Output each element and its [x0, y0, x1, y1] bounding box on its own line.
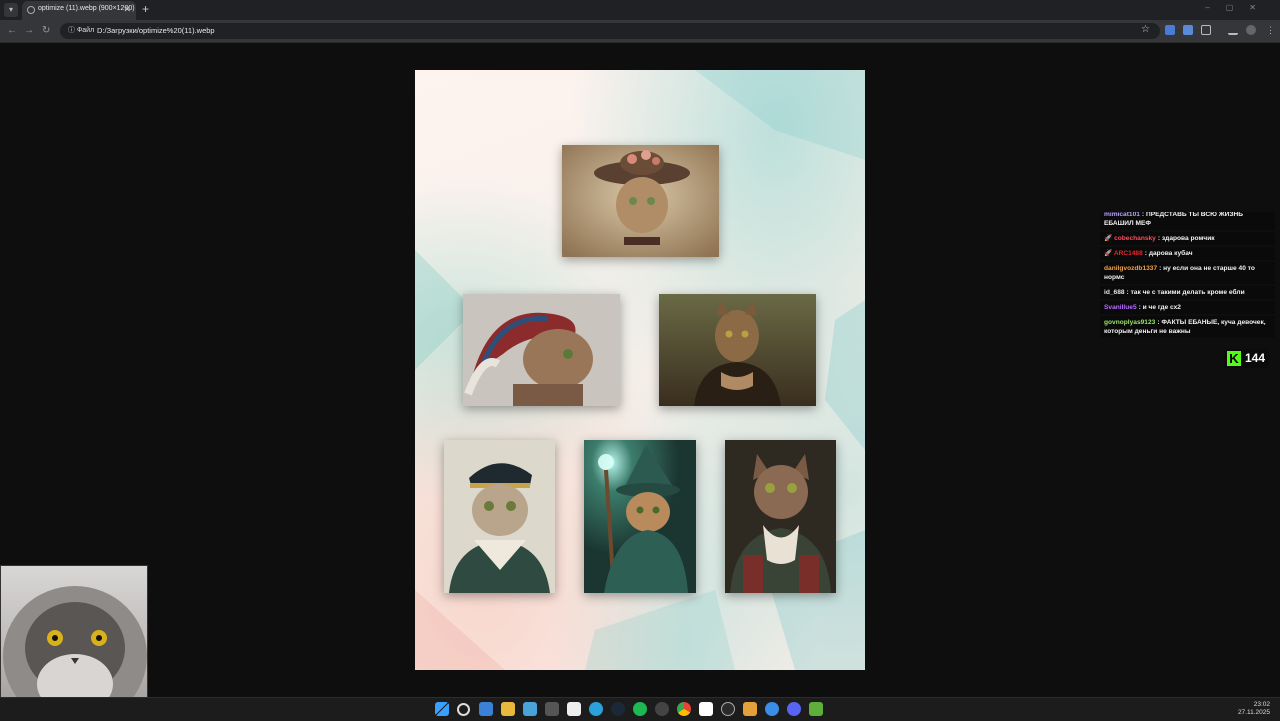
chat-message: id_688: так че с такими делать кроме ебл… — [1100, 286, 1275, 299]
chrome-icon[interactable] — [677, 702, 691, 716]
toolbar: ← → ↻ ⓘ Файл D:/Загрузки/optimize%20(11)… — [0, 20, 1280, 43]
chat-username: Svanillue5 — [1104, 304, 1137, 311]
tab-search-button[interactable]: ▾ — [4, 3, 18, 17]
tab-close-button[interactable]: ✕ — [123, 4, 131, 15]
globe-icon — [27, 6, 35, 14]
chat-text: здарова ромчик — [1161, 235, 1215, 242]
viewer-count: 144 — [1245, 351, 1266, 365]
bookmark-star-icon[interactable]: ☆ — [1141, 24, 1150, 35]
chat-username: govnoplyas9123 — [1104, 319, 1156, 326]
kick-viewer-badge: K 144 — [1224, 349, 1269, 368]
stream-chat: mimicat101: ПРЕДСТАВЬ ТЫ ВСЮ ЖИЗНЬ ЕБАШИ… — [1100, 212, 1275, 372]
site-info-chip[interactable]: ⓘ Файл — [64, 25, 98, 37]
app-icon[interactable] — [743, 702, 757, 716]
chat-username: id_688 — [1104, 289, 1125, 296]
widgets-icon[interactable] — [479, 702, 493, 716]
chat-username: mimicat101 — [1104, 212, 1140, 218]
menu-kebab-icon[interactable]: ⋮ — [1266, 25, 1276, 35]
chat-text: дарова кубач — [1148, 250, 1193, 257]
url-text: D:/Загрузки/optimize%20(11).webp — [97, 26, 215, 35]
cat-flower-hat-image — [562, 145, 719, 257]
cat-aristocrat-image — [725, 440, 836, 593]
cat-captain-image — [444, 440, 555, 593]
extensions-puzzle-icon[interactable] — [1201, 25, 1211, 35]
github-icon[interactable] — [655, 702, 669, 716]
extension-icon[interactable] — [1183, 25, 1193, 35]
steam-icon[interactable] — [611, 702, 625, 716]
taskbar: 23:02 27.11.2025 — [0, 697, 1280, 721]
kick-logo-icon: K — [1227, 351, 1241, 366]
cat-wizard-image — [584, 440, 696, 593]
chat-username: danilgvozdb1337 — [1104, 265, 1158, 272]
address-bar[interactable]: ⓘ Файл D:/Загрузки/optimize%20(11).webp … — [60, 23, 1160, 39]
x-icon[interactable] — [699, 702, 713, 716]
telegram-icon[interactable] — [589, 702, 603, 716]
profile-avatar[interactable] — [1246, 25, 1256, 35]
chat-text: и че где сх2 — [1142, 304, 1181, 311]
clock-time: 23:02 — [1253, 701, 1270, 708]
forward-button[interactable]: → — [24, 25, 34, 36]
reload-button[interactable]: ↻ — [42, 25, 50, 36]
chat-message: govnoplyas9123: ФАКТЫ ЕБАНЫЕ, куча девоч… — [1100, 316, 1275, 338]
browser-tab[interactable]: optimize (11).webp (900×1200) ✕ — [22, 1, 136, 20]
obs-icon[interactable] — [721, 702, 735, 716]
translate-extension-icon[interactable] — [1165, 25, 1175, 35]
calendar-icon[interactable] — [567, 702, 581, 716]
image-viewer — [415, 70, 865, 670]
rocket-badge-icon: 🚀 — [1104, 235, 1113, 242]
tab-strip: ▾ optimize (11).webp (900×1200) ✕ + –▢✕ — [0, 0, 1280, 20]
edge-icon[interactable] — [765, 702, 779, 716]
discord-icon[interactable] — [787, 702, 801, 716]
chat-message: 🚀 ARC1488: дарова кубач — [1100, 247, 1275, 260]
photos-icon[interactable] — [523, 702, 537, 716]
window-controls[interactable]: –▢✕ — [1205, 3, 1272, 12]
windows-start-icon[interactable] — [435, 702, 449, 716]
download-icon[interactable] — [1228, 25, 1238, 35]
cat-mona-lisa-image — [659, 294, 816, 406]
clock-date: 27.11.2025 — [1237, 709, 1270, 716]
tab-title: optimize (11).webp (900×1200) — [38, 5, 135, 12]
back-button[interactable]: ← — [7, 25, 17, 36]
cat-headdress-image — [463, 294, 620, 406]
chat-text: так че с такими делать кроме ебли — [1130, 289, 1245, 296]
system-clock[interactable]: 23:02 27.11.2025 — [1238, 701, 1270, 717]
minecraft-icon[interactable] — [809, 702, 823, 716]
terminal-icon[interactable] — [545, 702, 559, 716]
chat-username: cobechansky — [1114, 235, 1156, 242]
chat-message: danilgvozdb1337: ну если она не старше 4… — [1100, 262, 1275, 284]
new-tab-button[interactable]: + — [142, 2, 149, 16]
chat-message: mimicat101: ПРЕДСТАВЬ ТЫ ВСЮ ЖИЗНЬ ЕБАШИ… — [1100, 212, 1275, 230]
rocket-badge-icon: 🚀 — [1104, 250, 1113, 257]
chat-username: ARC1488 — [1113, 250, 1143, 257]
file-explorer-icon[interactable] — [501, 702, 515, 716]
chat-message: Svanillue5: и че где сх2 — [1100, 301, 1275, 314]
spotify-icon[interactable] — [633, 702, 647, 716]
search-icon[interactable] — [457, 703, 470, 716]
chat-message: 🚀 cobechansky: здарова ромчик — [1100, 232, 1275, 245]
